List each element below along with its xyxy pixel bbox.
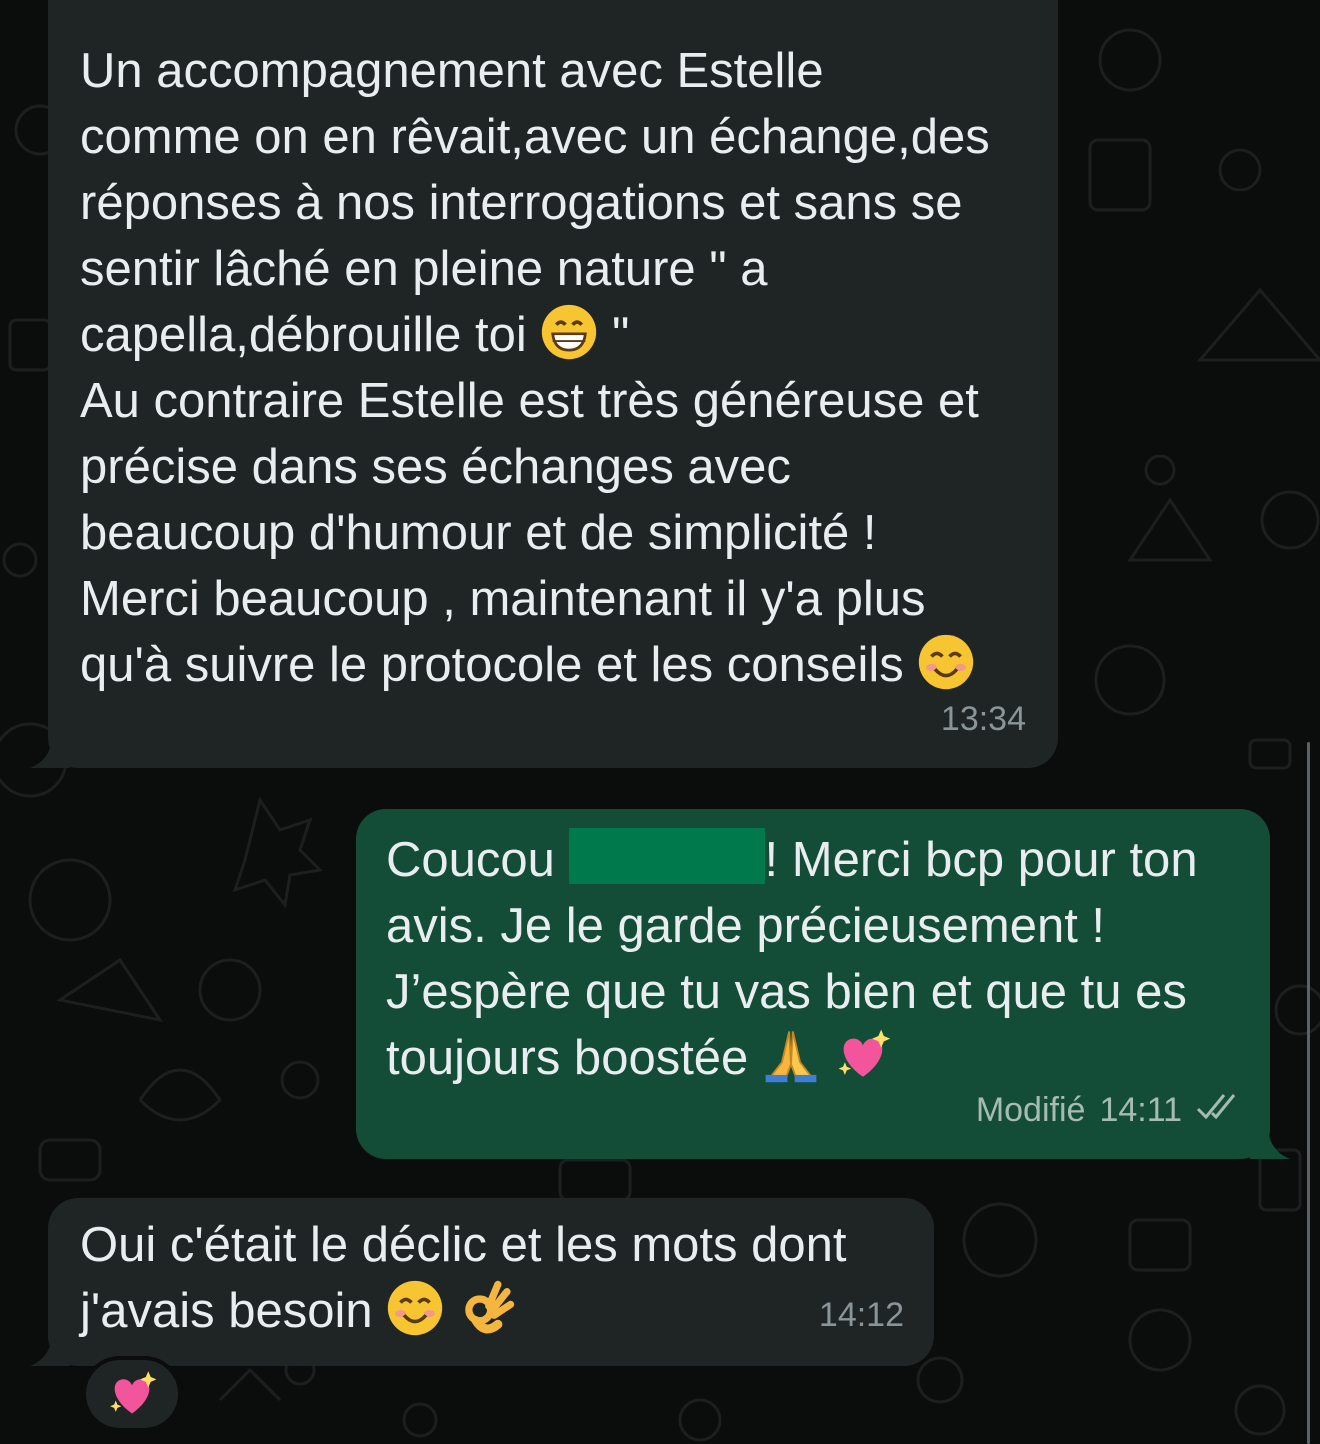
message-meta: Modifié 14:11 <box>976 1077 1240 1143</box>
message-timestamp: 13:34 <box>941 686 1026 752</box>
message-line: Oui c'était le déclic et les mots dont <box>80 1218 847 1272</box>
message-line-text: " <box>612 308 630 362</box>
double-check-icon <box>1196 1077 1240 1143</box>
incoming-message-1[interactable]: Un accompagnement avec Estelle comme on … <box>48 0 1058 768</box>
message-line-text: toujours boostée <box>386 1031 749 1085</box>
folded-hands-icon <box>762 1026 820 1084</box>
grinning-face-icon <box>540 303 598 361</box>
sparkling-heart-icon <box>834 1026 892 1084</box>
bubble-tail <box>30 738 70 768</box>
message-line-text: ! Merci bcp pour ton <box>764 833 1198 887</box>
message-line: j'avais besoin <box>80 1278 934 1344</box>
outgoing-message-2[interactable]: Coucou ! Merci bcp pour ton avis. Je le … <box>356 809 1270 1159</box>
message-text: Oui c'était le déclic et les mots dont j… <box>80 1212 934 1344</box>
message-line-text: Coucou <box>386 833 555 887</box>
timestamp-text: 14:12 <box>818 1296 904 1334</box>
message-line: Merci beaucoup , maintenant il y'a plus <box>80 572 926 626</box>
timestamp-text: 13:34 <box>940 700 1026 738</box>
message-line: réponses à nos interrogations et sans se <box>80 176 963 230</box>
timestamp-text: 14:11 <box>1099 1091 1182 1129</box>
message-line: précise dans ses échanges avec <box>80 440 791 494</box>
ok-hand-icon <box>458 1279 516 1337</box>
smiling-face-icon <box>917 633 975 691</box>
bubble-tail <box>1250 1129 1290 1159</box>
message-line: sentir lâché en pleine nature " a <box>80 242 768 296</box>
smiling-face-icon <box>386 1279 444 1337</box>
sparkling-heart-icon <box>106 1368 158 1420</box>
message-line-text: j'avais besoin <box>80 1284 373 1338</box>
message-line-text: qu'à suivre le protocole et les conseils <box>80 638 904 692</box>
bubble-tail <box>30 1336 70 1366</box>
message-line: Au contraire Estelle est très généreuse … <box>80 374 979 428</box>
message-text: Un accompagnement avec Estelle comme on … <box>80 38 1058 698</box>
message-line: beaucoup d'humour et de simplicité ! <box>80 506 877 560</box>
edited-label: Modifié <box>975 1091 1086 1129</box>
reaction-pill[interactable] <box>82 1356 182 1432</box>
message-line: J’espère que tu vas bien et que tu es <box>386 965 1187 1019</box>
message-text: Coucou ! Merci bcp pour ton avis. Je le … <box>386 827 1270 1091</box>
scrollbar[interactable] <box>1307 742 1310 1444</box>
message-line: Un accompagnement avec Estelle <box>80 44 824 98</box>
message-line: avis. Je le garde précieusement ! <box>386 899 1106 953</box>
redacted-name-block <box>568 828 765 884</box>
message-line: capella,débrouille toi " <box>80 302 1058 368</box>
message-line: comme on en rêvait,avec un échange,des <box>80 110 990 164</box>
message-line: Coucou ! Merci bcp pour ton <box>386 827 1270 893</box>
message-line: qu'à suivre le protocole et les conseils <box>80 632 1058 698</box>
message-timestamp: 14:12 <box>819 1282 904 1348</box>
incoming-message-3[interactable]: Oui c'était le déclic et les mots dont j… <box>48 1198 934 1366</box>
message-line-text: capella,débrouille toi <box>80 308 527 362</box>
